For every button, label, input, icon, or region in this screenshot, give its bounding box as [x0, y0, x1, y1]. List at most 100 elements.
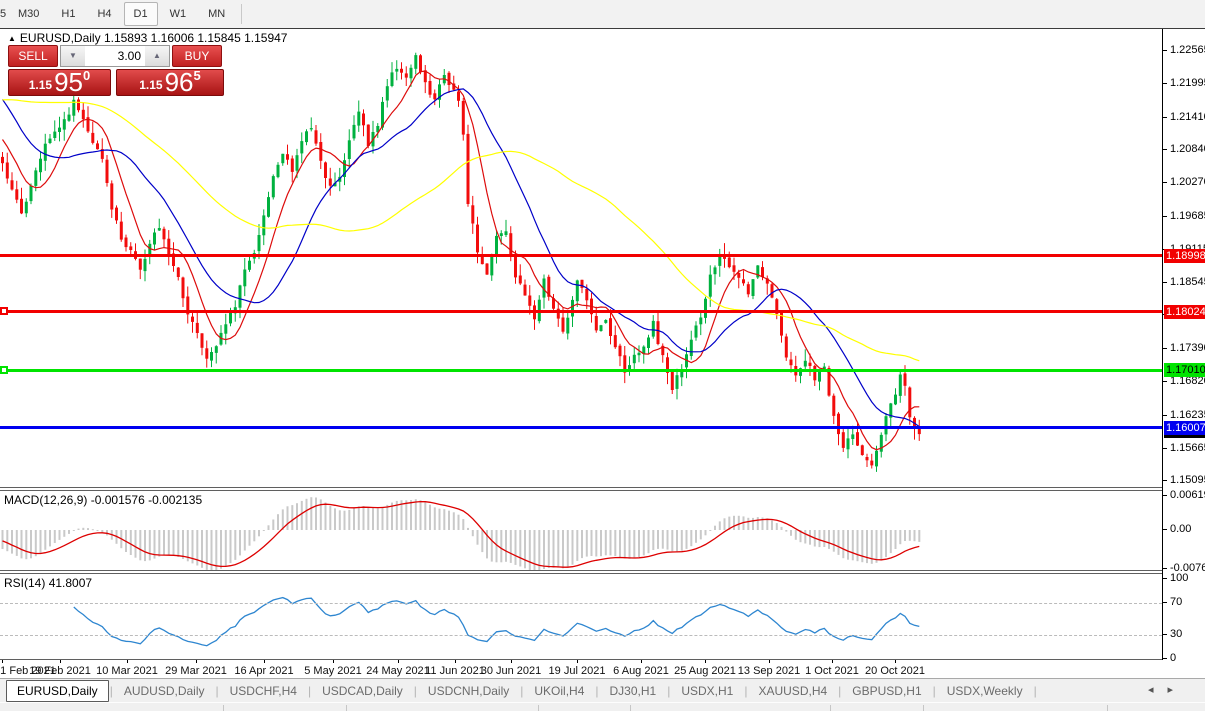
horizontal-line-1.17010[interactable]	[0, 369, 1162, 372]
price-tick-mark	[1163, 117, 1167, 118]
date-tick-label: 1 Oct 2021	[805, 665, 859, 677]
timeframe-button-m30[interactable]: M30	[8, 2, 49, 26]
rsi-level-30	[0, 635, 1162, 636]
price-tick-label: 1.21410	[1170, 111, 1205, 123]
horizontal-line-1.16007[interactable]	[0, 426, 1162, 429]
chart-symbol-period: EURUSD,Daily	[20, 31, 101, 45]
line-price-label-1.18024: 1.18024	[1164, 305, 1205, 319]
tab-scroll-left-icon[interactable]: ◂	[1148, 684, 1168, 696]
price-tick-mark	[1163, 448, 1167, 449]
tab-usdchf-h4[interactable]: USDCHF,H4	[220, 681, 307, 701]
price-tick-label: 1.18545	[1170, 276, 1205, 288]
date-tick-mark	[127, 660, 128, 663]
price-axis[interactable]: 1.159471.189981.180241.170101.160071.225…	[1162, 29, 1205, 660]
buy-price-sup: 5	[194, 68, 201, 83]
date-tick-label: 25 Aug 2021	[674, 665, 736, 677]
date-tick-label: 24 May 2021	[366, 665, 430, 677]
date-tick-mark	[264, 660, 265, 663]
timeframe-button-w1[interactable]: W1	[160, 2, 197, 26]
tab-usdx-h1[interactable]: USDX,H1	[671, 681, 743, 701]
timeframe-button-clipped[interactable]: 5	[0, 8, 7, 20]
macd-indicator-panel[interactable]: MACD(12,26,9) -0.001576 -0.002135	[0, 490, 1162, 571]
date-tick-mark	[895, 660, 896, 663]
tab-usdcnh-daily[interactable]: USDCNH,Daily	[418, 681, 519, 701]
date-tick-label: 16 Apr 2021	[234, 665, 293, 677]
tab-ukoil-h4[interactable]: UKOil,H4	[524, 681, 594, 701]
tab-audusd-daily[interactable]: AUDUSD,Daily	[114, 681, 215, 701]
price-tick-mark	[1163, 415, 1167, 416]
price-tick-mark	[1163, 149, 1167, 150]
tab-scroll-right-icon[interactable]: ▸	[1167, 684, 1187, 696]
timeframe-button-d1[interactable]: D1	[124, 2, 158, 26]
volume-stepper: ▼ 3.00 ▲	[60, 45, 170, 67]
buy-price-small: 1.15	[139, 78, 162, 92]
panel-column-divider	[1107, 705, 1108, 711]
timeframe-button-h1[interactable]: H1	[51, 2, 85, 26]
line-anchor-handle[interactable]	[0, 307, 8, 315]
line-anchor-handle[interactable]	[0, 366, 8, 374]
macd-tick-label: 0.00	[1170, 523, 1191, 535]
volume-input[interactable]: 3.00	[85, 46, 145, 66]
sell-price-small: 1.15	[29, 78, 52, 92]
buy-price-big: 96	[165, 70, 194, 94]
date-tick-mark	[196, 660, 197, 663]
price-tick-label: 1.21995	[1170, 77, 1205, 89]
line-price-label-1.17010: 1.17010	[1164, 363, 1205, 377]
macd-label: MACD(12,26,9) -0.001576 -0.002135	[4, 493, 202, 507]
chart-tabs: EURUSD,Daily|AUDUSD,Daily|USDCHF,H4|USDC…	[0, 680, 1038, 702]
tab-gbpusd-h1[interactable]: GBPUSD,H1	[842, 681, 931, 701]
date-tick-mark	[577, 660, 578, 663]
main-chart-panel[interactable]: ▲ EURUSD,Daily 1.15893 1.16006 1.15845 1.…	[0, 29, 1162, 488]
buy-button[interactable]: BUY	[172, 45, 222, 67]
macd-tick-mark	[1163, 529, 1167, 530]
date-tick-label: 30 Jun 2021	[481, 665, 542, 677]
price-tick-label: 1.20840	[1170, 143, 1205, 155]
candlestick-chart[interactable]	[0, 29, 1162, 487]
panel-column-divider	[538, 705, 539, 711]
timeframe-button-mn[interactable]: MN	[198, 2, 235, 26]
price-tick-label: 1.16235	[1170, 409, 1205, 421]
date-tick-mark	[333, 660, 334, 663]
price-tick-mark	[1163, 480, 1167, 481]
horizontal-line-1.18998[interactable]	[0, 254, 1162, 257]
tab-dj30-h1[interactable]: DJ30,H1	[600, 681, 667, 701]
collapse-arrow-icon[interactable]: ▲	[8, 34, 16, 43]
horizontal-line-1.18024[interactable]	[0, 310, 1162, 313]
timeframe-buttons: M30H1H4D1W1MN	[7, 2, 236, 26]
date-tick-label: 11 Jun 2021	[425, 665, 485, 677]
rsi-chart	[0, 574, 1162, 659]
date-tick-mark	[398, 660, 399, 663]
date-tick-mark	[641, 660, 642, 663]
volume-increase-icon[interactable]: ▲	[145, 46, 169, 66]
tab-usdx-weekly[interactable]: USDX,Weekly	[937, 681, 1033, 701]
tab-xauusd-h4[interactable]: XAUUSD,H4	[748, 681, 837, 701]
panel-column-divider	[630, 705, 631, 711]
toolbar-separator	[241, 4, 242, 24]
date-tick-label: 10 Mar 2021	[96, 665, 158, 677]
date-tick-mark	[769, 660, 770, 663]
date-axis[interactable]: 1 Feb 202119 Feb 202110 Mar 202129 Mar 2…	[0, 660, 1162, 679]
date-tick-mark	[60, 660, 61, 663]
chart-window: ▲ EURUSD,Daily 1.15893 1.16006 1.15845 1.…	[0, 28, 1205, 678]
sell-price-box[interactable]: 1.15 95 0	[8, 69, 111, 96]
buy-price-box[interactable]: 1.15 96 5	[116, 69, 224, 96]
chart-ohlc-values: 1.15893 1.16006 1.15845 1.15947	[104, 31, 288, 45]
date-tick-mark	[455, 660, 456, 663]
tab-usdcad-daily[interactable]: USDCAD,Daily	[312, 681, 413, 701]
panel-column-divider	[223, 705, 224, 711]
timeframe-button-h4[interactable]: H4	[87, 2, 121, 26]
price-tick-label: 1.22565	[1170, 44, 1205, 56]
price-tick-label: 1.20270	[1170, 176, 1205, 188]
rsi-level-70	[0, 603, 1162, 604]
sell-button[interactable]: SELL	[8, 45, 58, 67]
tab-scroll-arrows: ◂▸	[1148, 683, 1187, 696]
rsi-tick-mark	[1163, 658, 1167, 659]
tab-separator: |	[1033, 684, 1038, 698]
macd-tick-label: 0.006193	[1170, 489, 1205, 501]
rsi-label: RSI(14) 41.8007	[4, 576, 92, 590]
tab-eurusd-daily[interactable]: EURUSD,Daily	[6, 680, 109, 702]
price-tick-label: 1.15665	[1170, 442, 1205, 454]
rsi-indicator-panel[interactable]: RSI(14) 41.8007	[0, 573, 1162, 660]
rsi-tick-label: 100	[1170, 572, 1188, 584]
volume-decrease-icon[interactable]: ▼	[61, 46, 85, 66]
